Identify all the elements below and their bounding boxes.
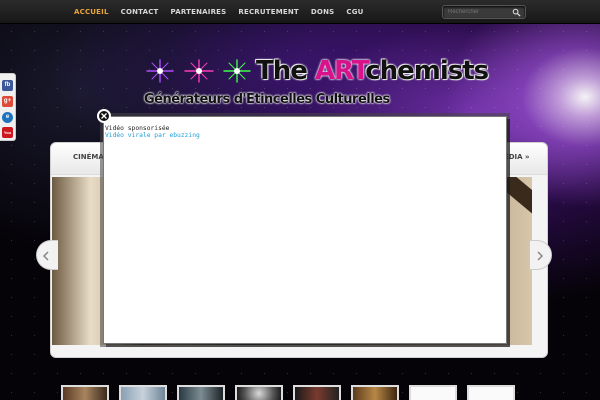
thumbnail[interactable]	[467, 385, 515, 400]
thumbnail[interactable]	[119, 385, 167, 400]
main-nav: ACCUEIL CONTACT PARTENAIRES RECRUTEMENT …	[68, 0, 370, 24]
sparks-logo-icon	[146, 59, 251, 83]
close-icon	[101, 113, 107, 119]
youtube-icon[interactable]: You	[2, 127, 13, 138]
nav-item-recrutement[interactable]: RECRUTEMENT	[232, 0, 305, 24]
sponsored-video-label: Vidéo sponsorisée	[105, 125, 170, 132]
nav-item-cgu[interactable]: CGU	[340, 0, 369, 24]
logo-title-pre: The	[256, 56, 315, 86]
site-logo[interactable]: The ARTchemists Générateurs d'Etincelles…	[144, 56, 489, 112]
search-input[interactable]	[448, 7, 510, 17]
logo-title-highlight: ART	[314, 56, 366, 86]
logo-subtitle: Générateurs d'Etincelles Culturelles	[144, 92, 390, 107]
sponsored-video-modal: Vidéo sponsorisée Vidéo virale par ebuzz…	[103, 116, 507, 344]
nav-item-contact[interactable]: CONTACT	[115, 0, 165, 24]
social-sidebar: fb g+ e You	[0, 73, 16, 141]
logo-title: The ARTchemists	[256, 56, 489, 86]
chevron-right-icon	[537, 251, 544, 261]
search-box	[442, 5, 526, 19]
thumbnail[interactable]	[351, 385, 399, 400]
modal-close-button[interactable]	[97, 109, 111, 123]
logo-title-post: chemists	[365, 56, 489, 86]
thumbnail[interactable]	[177, 385, 225, 400]
thumbnail[interactable]	[293, 385, 341, 400]
ie-icon[interactable]: e	[2, 112, 13, 123]
thumbnail[interactable]	[235, 385, 283, 400]
facebook-icon[interactable]: fb	[2, 80, 13, 91]
thumbnail[interactable]	[409, 385, 457, 400]
viral-video-link[interactable]: Vidéo virale par ebuzzing	[105, 132, 200, 139]
thumbnail[interactable]	[61, 385, 109, 400]
nav-item-accueil[interactable]: ACCUEIL	[68, 0, 115, 24]
thumbnail-strip	[61, 385, 521, 400]
chevron-left-icon	[42, 251, 49, 261]
nav-item-partenaires[interactable]: PARTENAIRES	[165, 0, 233, 24]
google-plus-icon[interactable]: g+	[2, 96, 13, 107]
search-icon[interactable]	[512, 8, 521, 17]
slider-prev-button[interactable]	[36, 240, 58, 270]
top-navigation-bar: ACCUEIL CONTACT PARTENAIRES RECRUTEMENT …	[0, 0, 600, 24]
nav-item-dons[interactable]: DONS	[305, 0, 340, 24]
